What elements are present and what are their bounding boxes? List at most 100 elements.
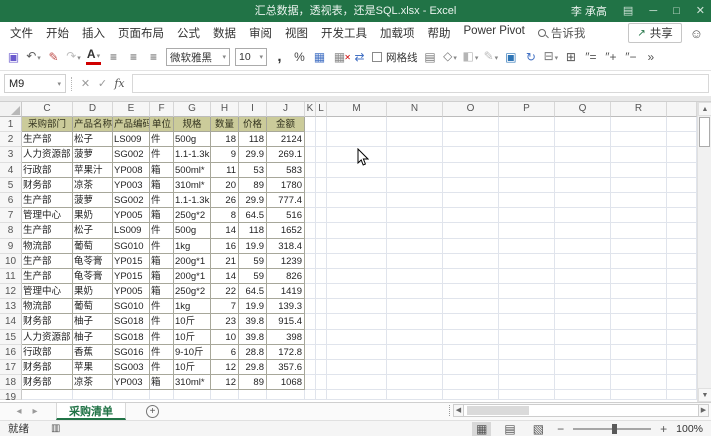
ribbon-tab-5[interactable]: 数据: [213, 25, 236, 41]
cell-O3[interactable]: [443, 147, 499, 162]
cell-extra-16[interactable]: [667, 345, 697, 360]
scroll-left-icon[interactable]: ◀: [453, 404, 464, 417]
row-header-10[interactable]: 10: [0, 254, 22, 269]
cell-G13[interactable]: 1kg: [174, 299, 211, 314]
cell-R18[interactable]: [611, 375, 667, 390]
cell-L16[interactable]: [316, 345, 327, 360]
cell-E1[interactable]: 产品编码: [113, 117, 150, 132]
increase-decimal-icon[interactable]: ″+: [603, 48, 618, 66]
cell-H8[interactable]: 14: [211, 223, 239, 238]
cell-O1[interactable]: [443, 117, 499, 132]
cell-R12[interactable]: [611, 284, 667, 299]
cell-E2[interactable]: LS009: [113, 132, 150, 147]
cell-F5[interactable]: 箱: [150, 178, 174, 193]
cell-D5[interactable]: 凉茶: [73, 178, 113, 193]
merge-center-icon[interactable]: ▣: [503, 48, 518, 66]
cell-extra-11[interactable]: [667, 269, 697, 284]
cell-I6[interactable]: 29.9: [239, 193, 267, 208]
cell-Q12[interactable]: [555, 284, 611, 299]
comma-style-icon[interactable]: ,: [272, 50, 287, 64]
cell-F17[interactable]: 件: [150, 360, 174, 375]
cell-D8[interactable]: 松子: [73, 223, 113, 238]
cell-K11[interactable]: [305, 269, 316, 284]
cell-R3[interactable]: [611, 147, 667, 162]
cell-N12[interactable]: [387, 284, 443, 299]
cell-extra-12[interactable]: [667, 284, 697, 299]
cell-E18[interactable]: YP003: [113, 375, 150, 390]
ribbon-tab-2[interactable]: 插入: [82, 25, 105, 41]
cell-M19[interactable]: [327, 390, 387, 400]
column-header-E[interactable]: E: [113, 102, 150, 117]
cell-G11[interactable]: 200g*1: [174, 269, 211, 284]
cell-R14[interactable]: [611, 314, 667, 329]
cell-C4[interactable]: 行政部: [22, 163, 73, 178]
cell-O5[interactable]: [443, 178, 499, 193]
cell-E3[interactable]: SG002: [113, 147, 150, 162]
cell-extra-13[interactable]: [667, 299, 697, 314]
cell-N17[interactable]: [387, 360, 443, 375]
cell-F4[interactable]: 箱: [150, 163, 174, 178]
row-header-14[interactable]: 14: [0, 314, 22, 329]
cell-J18[interactable]: 1068: [267, 375, 305, 390]
cell-H9[interactable]: 16: [211, 239, 239, 254]
cell-N8[interactable]: [387, 223, 443, 238]
cell-H3[interactable]: 9: [211, 147, 239, 162]
cell-F9[interactable]: 件: [150, 239, 174, 254]
column-header-L[interactable]: L: [316, 102, 327, 117]
cell-C8[interactable]: 生产部: [22, 223, 73, 238]
row-header-3[interactable]: 3: [0, 147, 22, 162]
cell-E14[interactable]: SG018: [113, 314, 150, 329]
cell-P19[interactable]: [499, 390, 555, 400]
cell-C19[interactable]: [22, 390, 73, 400]
scroll-up-icon[interactable]: ▲: [698, 102, 711, 116]
cell-M10[interactable]: [327, 254, 387, 269]
cell-H4[interactable]: 11: [211, 163, 239, 178]
cell-extra-6[interactable]: [667, 193, 697, 208]
cell-H15[interactable]: 10: [211, 330, 239, 345]
cell-G1[interactable]: 规格: [174, 117, 211, 132]
cell-D6[interactable]: 菠萝: [73, 193, 113, 208]
cell-K9[interactable]: [305, 239, 316, 254]
cell-extra-3[interactable]: [667, 147, 697, 162]
cell-Q19[interactable]: [555, 390, 611, 400]
cell-L11[interactable]: [316, 269, 327, 284]
decrease-decimal-icon[interactable]: ″−: [623, 48, 638, 66]
feedback-smiley-icon[interactable]: ☺: [690, 26, 703, 41]
column-header-extra[interactable]: [667, 102, 697, 117]
cell-J7[interactable]: 516: [267, 208, 305, 223]
cell-O12[interactable]: [443, 284, 499, 299]
ribbon-display-options-icon[interactable]: ▤: [623, 0, 633, 22]
cell-E6[interactable]: SG002: [113, 193, 150, 208]
cell-D1[interactable]: 产品名称: [73, 117, 113, 132]
print-preview-icon[interactable]: ▤: [423, 48, 438, 66]
column-header-Q[interactable]: Q: [555, 102, 611, 117]
cell-F18[interactable]: 箱: [150, 375, 174, 390]
cell-M7[interactable]: [327, 208, 387, 223]
cell-M12[interactable]: [327, 284, 387, 299]
cell-L19[interactable]: [316, 390, 327, 400]
cell-D10[interactable]: 龟苓膏: [73, 254, 113, 269]
cell-O17[interactable]: [443, 360, 499, 375]
column-header-F[interactable]: F: [150, 102, 174, 117]
cell-extra-15[interactable]: [667, 330, 697, 345]
cell-G6[interactable]: 1.1-1.3k: [174, 193, 211, 208]
row-header-11[interactable]: 11: [0, 269, 22, 284]
cell-K1[interactable]: [305, 117, 316, 132]
insert-table-icon[interactable]: ▦: [312, 48, 327, 66]
cell-K19[interactable]: [305, 390, 316, 400]
align-right-icon[interactable]: ≡: [146, 48, 161, 66]
cell-F19[interactable]: [150, 390, 174, 400]
cell-L3[interactable]: [316, 147, 327, 162]
cell-I18[interactable]: 89: [239, 375, 267, 390]
cell-C3[interactable]: 人力资源部: [22, 147, 73, 162]
ribbon-tab-7[interactable]: 视图: [285, 25, 308, 41]
vertical-scrollbar[interactable]: ▲ ▼: [697, 102, 711, 402]
scroll-down-icon[interactable]: ▼: [698, 388, 711, 402]
cell-D9[interactable]: 葡萄: [73, 239, 113, 254]
cell-J9[interactable]: 318.4: [267, 239, 305, 254]
delete-cells-icon[interactable]: ▦: [332, 48, 347, 66]
cell-Q9[interactable]: [555, 239, 611, 254]
cell-C11[interactable]: 生产部: [22, 269, 73, 284]
cell-I14[interactable]: 39.8: [239, 314, 267, 329]
cell-O13[interactable]: [443, 299, 499, 314]
